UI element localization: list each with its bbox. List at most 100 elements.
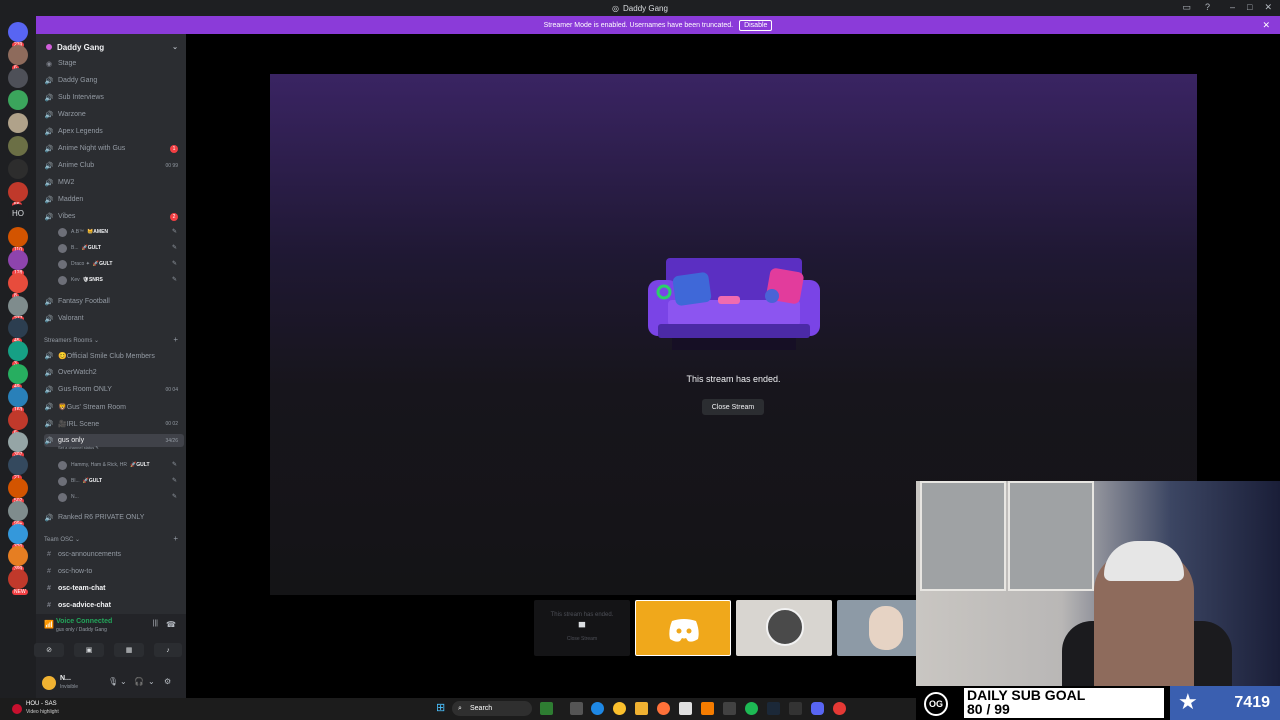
channel-item[interactable]: 🔊 Sub Interviews (44, 91, 184, 104)
server-icon[interactable]: 6 (8, 409, 28, 436)
channel-item[interactable]: 🔊 Fantasy Football (44, 295, 184, 308)
channel-item[interactable]: 🔊 Apex Legends (44, 125, 184, 138)
add-channel-icon[interactable]: + (173, 335, 178, 344)
disable-button[interactable]: Disable (739, 19, 773, 31)
server-icon[interactable]: HO (8, 204, 28, 225)
chrome-icon[interactable] (613, 702, 626, 715)
channel-item[interactable]: 🔊 Warzone (44, 108, 184, 121)
noise-suppression-icon[interactable]: ||| (153, 620, 158, 627)
voice-user[interactable]: Bl... 🚀GULT (58, 475, 102, 487)
edge-icon[interactable] (591, 702, 604, 715)
server-icon[interactable] (8, 136, 28, 156)
task-view-icon[interactable] (570, 702, 583, 715)
maximize-button[interactable]: □ (1247, 2, 1252, 13)
server-icon[interactable]: 8 (8, 272, 28, 299)
activities-button[interactable]: ▦ (114, 643, 144, 657)
channel-item[interactable]: 🔊 🎥IRL Scene 00 02 (44, 417, 184, 430)
chevron-down-icon[interactable]: ⌄ (172, 43, 178, 51)
weather-text[interactable]: HOU - SAS (26, 701, 57, 707)
voice-user[interactable]: Draco ✦ 🚀GULT (58, 258, 112, 270)
channel-item[interactable]: 🔊 Ranked R6 PRIVATE ONLY (44, 511, 184, 524)
screen-share-button[interactable]: ▣ (74, 643, 104, 657)
server-icon[interactable]: 21 (8, 455, 28, 482)
voice-user[interactable]: A.B™ 😸AMEN (58, 226, 108, 238)
steam-icon[interactable] (767, 702, 780, 715)
app-icon[interactable] (540, 702, 553, 715)
text-channel-item[interactable]: # osc-advice-chat (44, 599, 184, 612)
xbox-icon[interactable] (789, 702, 802, 715)
chevron-down-icon[interactable]: ⌄ (148, 677, 155, 686)
channel-item[interactable]: 🔊 Daddy Gang (44, 74, 184, 87)
stream-tile[interactable]: This stream has ended. ▀ Close Stream (534, 600, 630, 656)
server-icon[interactable]: 128 (8, 250, 28, 276)
channel-item[interactable]: 🔊 Valorant (44, 312, 184, 325)
channel-item[interactable]: 🔊 Madden (44, 193, 184, 206)
weather-widget-icon[interactable] (12, 704, 22, 714)
voice-user[interactable]: B... 🚀GULT (58, 242, 101, 254)
obs-icon[interactable] (833, 702, 846, 715)
server-icon[interactable]: 49 (8, 364, 28, 390)
server-icon[interactable]: 320 (8, 523, 28, 550)
close-icon[interactable]: ✕ (1262, 20, 1270, 31)
help-icon[interactable]: ? (1205, 2, 1210, 13)
inbox-icon[interactable]: ▭ (1182, 2, 1191, 13)
settings-gear-icon[interactable]: ⚙ (164, 677, 171, 686)
server-icon[interactable]: 45 (8, 318, 28, 345)
notepad-icon[interactable] (679, 702, 692, 715)
server-icon[interactable]: 110 (8, 227, 28, 254)
server-icon[interactable]: 6 (8, 44, 28, 71)
close-stream-button[interactable]: Close Stream (702, 399, 764, 415)
app-icon[interactable] (701, 702, 714, 715)
server-icon[interactable]: 56 (8, 181, 28, 208)
channel-item[interactable]: 🔊 Gus Room ONLY 00 04 (44, 383, 184, 396)
text-channel-item[interactable]: # osc-announcements (44, 548, 184, 561)
headphones-icon[interactable]: 🎧 (134, 677, 144, 686)
spotify-icon[interactable] (745, 702, 758, 715)
camera-off-button[interactable]: ⊘ (34, 643, 64, 657)
server-icon[interactable]: 502 (8, 478, 28, 504)
server-icon[interactable] (8, 158, 28, 179)
channel-item[interactable]: 🔊 OverWatch2 (44, 366, 184, 379)
text-channel-item[interactable]: # osc-team-chat (44, 582, 184, 595)
server-icon[interactable] (8, 90, 28, 111)
mic-icon[interactable]: 🎙 (108, 677, 118, 686)
taskbar-search[interactable]: ⌕ Search (452, 701, 532, 716)
minimize-button[interactable]: – (1230, 2, 1235, 13)
channel-item[interactable]: 🔊 Anime Night with Gus 1 (44, 142, 184, 155)
discord-tile[interactable] (635, 600, 731, 656)
server-icon[interactable]: 307 (8, 432, 28, 459)
server-icon[interactable]: 239 (8, 22, 28, 48)
channel-status[interactable]: Set a channel status ✎ (58, 445, 99, 450)
category-header[interactable]: Team OSC ⌄ (44, 536, 80, 543)
channel-item[interactable]: 🔊 Vibes 2 (44, 210, 184, 223)
channel-item[interactable]: 🔊 MW2 (44, 176, 184, 189)
server-icon[interactable]: 163 (8, 386, 28, 413)
channel-item[interactable]: ◉ Stage (44, 57, 184, 70)
voice-status[interactable]: Voice Connected (56, 618, 112, 625)
firefox-icon[interactable] (657, 702, 670, 715)
discord-taskbar-icon[interactable] (811, 702, 824, 715)
disconnect-icon[interactable]: ☎ (166, 620, 176, 629)
file-explorer-icon[interactable] (635, 702, 648, 715)
close-window-button[interactable]: ✕ (1264, 2, 1272, 13)
server-icon[interactable]: NEW (8, 569, 28, 596)
add-channel-icon[interactable]: + (173, 534, 178, 543)
channel-item[interactable]: 🔊 Anime Club 00 99 (44, 159, 184, 172)
text-channel-item[interactable]: # osc-how-to (44, 565, 184, 578)
channel-item[interactable]: 🔊 😊Official Smile Club Members (44, 349, 184, 362)
user-name[interactable]: N... (60, 675, 71, 682)
channel-item[interactable]: 🔊 🦁Gus' Stream Room (44, 400, 184, 413)
start-button[interactable]: ⊞ (436, 702, 448, 714)
app-icon[interactable] (723, 702, 736, 715)
chevron-down-icon[interactable]: ⌄ (120, 677, 127, 686)
server-header[interactable]: Daddy Gang ⌄ (36, 40, 186, 54)
voice-channel-path[interactable]: gus only / Daddy Gang (56, 627, 107, 633)
category-header[interactable]: Streamers Rooms ⌄ (44, 337, 99, 344)
server-icon[interactable]: 399 (8, 546, 28, 573)
server-icon[interactable]: 99+ (8, 500, 28, 527)
voice-user[interactable]: N... (58, 491, 79, 503)
server-icon[interactable]: 3 (8, 341, 28, 368)
server-icon[interactable] (8, 67, 28, 88)
avatar[interactable] (42, 676, 56, 690)
voice-user[interactable]: Hammy, Ham & Rick, HR 🚀GULT (58, 459, 150, 471)
